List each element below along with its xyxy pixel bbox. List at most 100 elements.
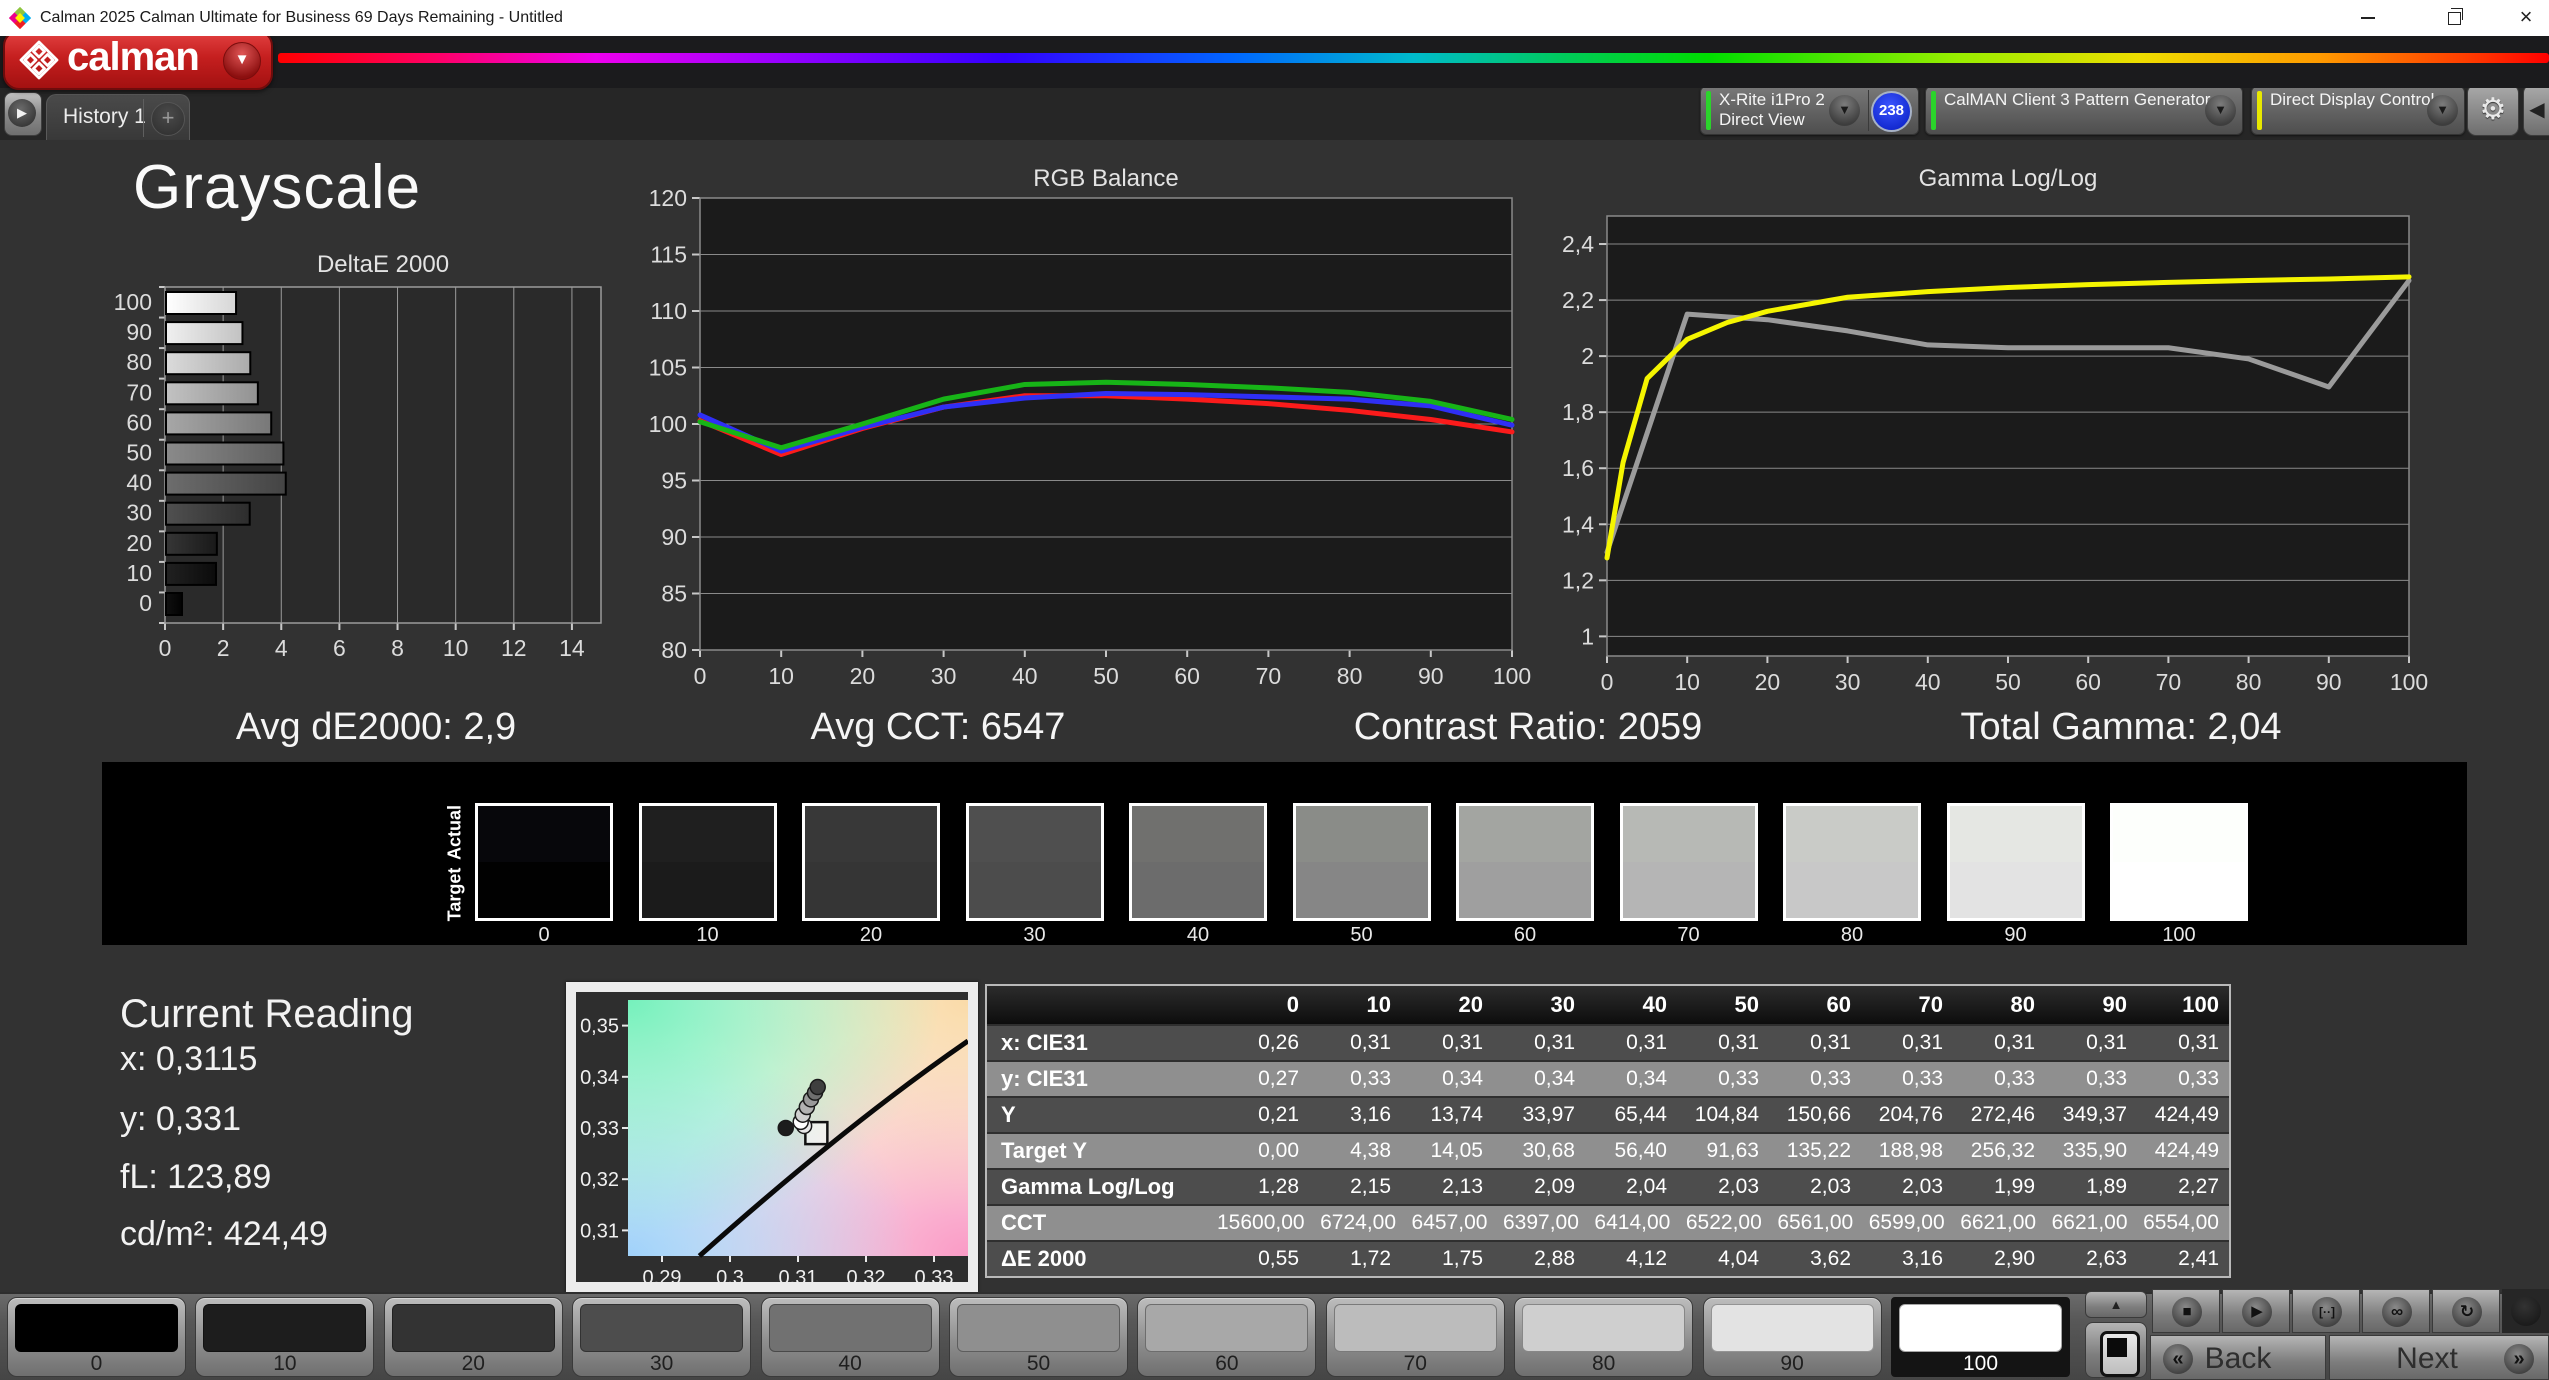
table-cell: 188,98 (1878, 1139, 1943, 1162)
close-button[interactable]: × (2503, 0, 2549, 36)
swatch-level-label: 30 (1023, 924, 1046, 946)
svg-text:0,34: 0,34 (580, 1067, 619, 1089)
pattern-swatch (957, 1304, 1120, 1352)
svg-text:14: 14 (559, 635, 585, 661)
table-cell: 0,33 (1994, 1067, 2035, 1090)
add-tab-button[interactable]: + (151, 102, 185, 136)
svg-text:1,6: 1,6 (1562, 455, 1594, 481)
pattern-level-label: 70 (1403, 1352, 1427, 1375)
app-logo-icon (9, 7, 31, 29)
pattern-level-button-90[interactable]: 90 (1702, 1297, 1882, 1377)
svg-text:80: 80 (1337, 663, 1363, 689)
table-header-cell: 70 (1918, 992, 1943, 1017)
gray-swatch-40 (1129, 803, 1267, 921)
pattern-level-button-30[interactable]: 30 (572, 1297, 752, 1377)
row-label: Y (1001, 1102, 1016, 1127)
svg-text:0: 0 (694, 663, 707, 689)
svg-text:70: 70 (126, 379, 152, 405)
minimize-button[interactable] (2345, 0, 2391, 36)
pattern-panel-up-button[interactable]: ▲ (2085, 1291, 2147, 1318)
deltae-bar-30 (165, 501, 251, 526)
table-header-cell: 60 (1826, 992, 1851, 1017)
target-patch (805, 862, 937, 918)
pattern-level-button-100[interactable]: 100 (1891, 1297, 2070, 1377)
swatch-level-label: 80 (1840, 924, 1864, 946)
deltae-bar-80 (165, 351, 252, 376)
pattern-level-label: 50 (1026, 1352, 1051, 1375)
pattern-swatch (1333, 1304, 1497, 1352)
svg-text:1,8: 1,8 (1562, 399, 1594, 425)
play-button[interactable]: ▶ (2222, 1289, 2290, 1333)
table-cell: 2,63 (2086, 1247, 2127, 1270)
svg-text:30: 30 (1835, 669, 1861, 693)
pattern-swatch (15, 1304, 178, 1352)
svg-text:0: 0 (139, 590, 152, 616)
actual-patch (1459, 806, 1591, 862)
svg-text:0: 0 (1601, 669, 1614, 693)
gray-swatch-0 (475, 803, 613, 921)
workflow-nav-button[interactable]: ▶ (4, 92, 42, 136)
svg-text:10: 10 (768, 663, 794, 689)
cie-chart-inner: 0,35 0,34 0,33 0,32 0,31 0,29 0,3 0,31 0,32 0,33 (576, 992, 968, 1282)
display-control-dropdown[interactable]: Direct Display Control ▼ (2251, 86, 2465, 135)
pattern-source-dropdown[interactable]: CalMAN Client 3 Pattern Generator ▼ (1925, 86, 2243, 135)
continuous-measure-button[interactable]: ∞ (2362, 1289, 2430, 1333)
back-button[interactable]: « Back (2150, 1335, 2326, 1380)
svg-text:20: 20 (1755, 669, 1781, 693)
pattern-status-indicator (1931, 91, 1936, 130)
table-header-cell (987, 986, 1217, 1024)
table-cell: 2,90 (1994, 1247, 2035, 1270)
deltae-bar-0 (165, 592, 183, 616)
svg-text:50: 50 (1995, 669, 2021, 693)
pattern-level-button-70[interactable]: 70 (1325, 1297, 1505, 1377)
measurement-data-table: 0 10 20 30 40 50 60 70 80 90 100 x: CIE31 0,26 0,31 0,… (985, 984, 2231, 1278)
calman-menu-button[interactable]: calman ▼ (3, 30, 273, 90)
next-button[interactable]: Next » (2329, 1335, 2549, 1380)
measure-range-button[interactable]: [··] (2292, 1289, 2360, 1333)
svg-text:90: 90 (1418, 663, 1444, 689)
svg-text:40: 40 (126, 470, 152, 496)
table-cell: 6561,00 (1777, 1211, 1854, 1234)
refresh-button[interactable]: ↻ (2432, 1289, 2500, 1333)
table-cell: 6522,00 (1685, 1211, 1762, 1234)
table-cell: 0,34 (1442, 1067, 1483, 1090)
svg-text:0,32: 0,32 (580, 1169, 619, 1191)
planckian-locus-curve (697, 1038, 968, 1258)
pattern-level-button-0[interactable]: 0 (7, 1297, 186, 1377)
pattern-level-button-80[interactable]: 80 (1514, 1297, 1694, 1377)
swatch-level-label: 50 (1350, 924, 1373, 946)
stop-button[interactable]: ■ (2152, 1289, 2220, 1333)
pattern-level-button-60[interactable]: 60 (1137, 1297, 1317, 1377)
collapse-panel-button[interactable]: ◀ (2523, 84, 2549, 136)
svg-text:100: 100 (1493, 663, 1531, 689)
table-header-row: 0 10 20 30 40 50 60 70 80 90 100 (987, 986, 2229, 1024)
swatch-level-label: 0 (538, 924, 550, 946)
pattern-level-button-20[interactable]: 20 (383, 1297, 563, 1377)
target-patch (1132, 862, 1264, 918)
table-cell: 1,99 (1994, 1175, 2035, 1198)
deltae-bar-10 (165, 561, 217, 586)
actual-patch (805, 806, 937, 862)
actual-patch (641, 806, 774, 862)
svg-text:0,31: 0,31 (779, 1267, 818, 1282)
svg-text:1,2: 1,2 (1562, 567, 1594, 593)
brand-menu-chevron-down-icon[interactable]: ▼ (223, 42, 261, 80)
pattern-level-label: 10 (273, 1352, 297, 1375)
pattern-level-button-10[interactable]: 10 (195, 1297, 375, 1377)
tab-history-1[interactable]: History 1 + (46, 94, 190, 141)
svg-text:70: 70 (2156, 669, 2182, 693)
pattern-window-button[interactable] (2085, 1322, 2147, 1378)
restore-button[interactable] (2430, 0, 2476, 36)
pattern-swatch (580, 1304, 744, 1352)
svg-text:10: 10 (443, 635, 469, 661)
table-cell: 0,33 (1718, 1067, 1759, 1090)
table-row-y-cie31: y: CIE31 0,27 0,33 0,34 0,34 0,34 0,33 0,33 0,33… (987, 1060, 2229, 1096)
table-cell: 0,31 (2178, 1031, 2219, 1054)
meter-dropdown[interactable]: X-Rite i1Pro 2 Direct View ▼ 238 (1700, 86, 1919, 135)
pattern-level-button-40[interactable]: 40 (760, 1297, 940, 1377)
settings-button[interactable]: ⚙ (2467, 84, 2519, 136)
current-reading-title: Current Reading (120, 992, 414, 1036)
row-label: Gamma Log/Log (1001, 1174, 1175, 1199)
pattern-level-button-50[interactable]: 50 (949, 1297, 1128, 1377)
target-patch (1786, 862, 1918, 918)
